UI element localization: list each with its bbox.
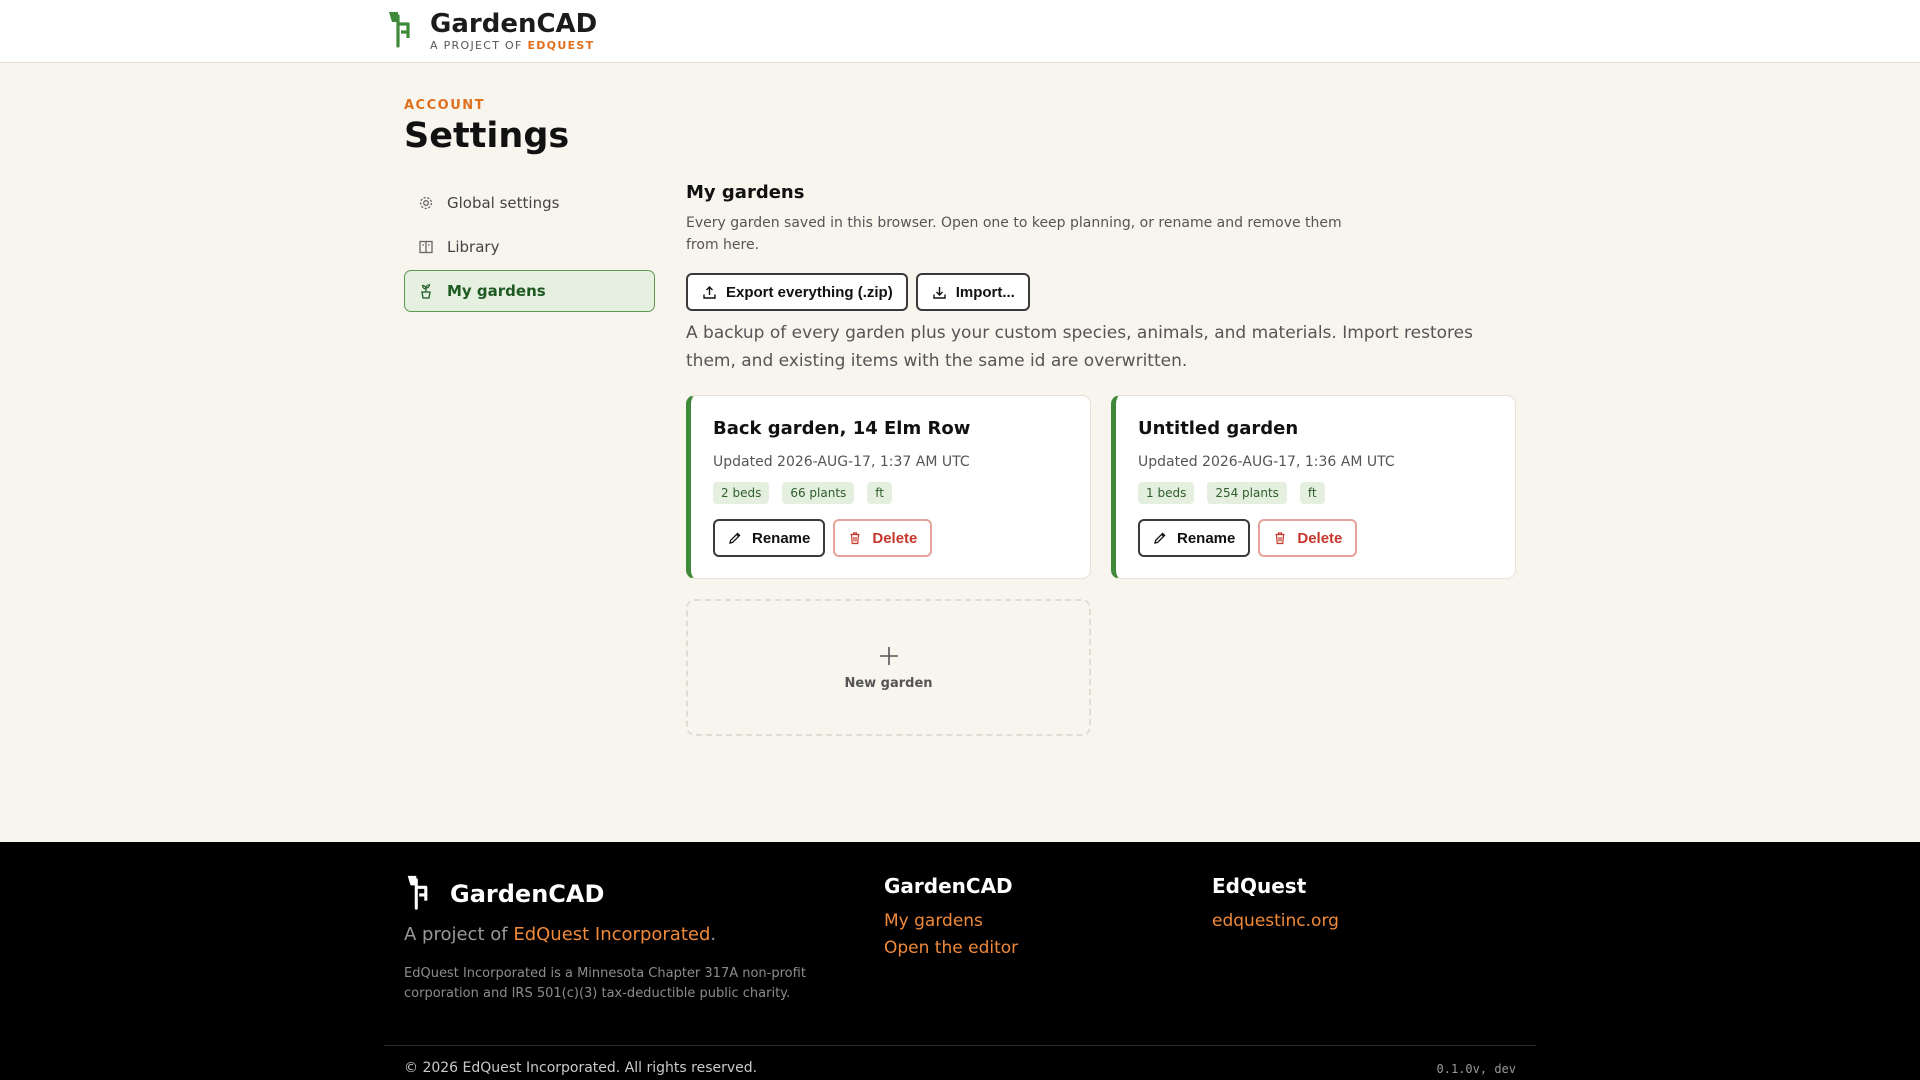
footer-link-edquestinc[interactable]: edquestinc.org [1212,908,1339,935]
sidebar-item-library[interactable]: Library [404,226,655,268]
delete-garden-button[interactable]: Delete [1258,519,1358,557]
pencil-icon [1153,531,1167,545]
page-title: Settings [404,116,570,156]
section-description: Every garden saved in this browser. Open… [686,215,1342,253]
garden-tags: 1 beds 254 plants ft [1138,482,1515,504]
trash-icon [848,531,862,545]
delete-garden-button[interactable]: Delete [833,519,933,557]
new-garden-button[interactable]: New garden [686,599,1091,736]
upload-icon [702,285,717,300]
garden-card[interactable]: Back garden, 14 Elm Row Updated 2026-AUG… [686,395,1091,579]
rename-label: Rename [752,529,811,547]
rename-garden-button[interactable]: Rename [1138,519,1251,557]
beds-count-badge: 2 beds [713,482,770,504]
sidebar-item-label: Library [447,238,500,256]
footer-brand-name: GardenCAD [450,880,605,908]
edquest-incorporated-link[interactable]: EdQuest Incorporated [513,924,710,945]
garden-card[interactable]: Untitled garden Updated 2026-AUG-17, 1:3… [1111,395,1516,579]
footer-tagline: A project of EdQuest Incorporated. [404,924,716,945]
gear-icon [418,195,434,211]
backup-actions: Export everything (.zip) Import... [686,273,1516,311]
garden-cards: Back garden, 14 Elm Row Updated 2026-AUG… [686,395,1516,736]
footer-link-open-editor[interactable]: Open the editor [884,935,1018,962]
garden-name[interactable]: Back garden, 14 Elm Row [713,418,1090,439]
footer-column-title: GardenCAD [884,874,1013,898]
trash-icon [1273,531,1287,545]
plant-pot-icon [418,283,434,299]
new-garden-label: New garden [844,676,933,691]
rename-garden-button[interactable]: Rename [713,519,826,557]
my-gardens-section: My gardens Every garden saved in this br… [686,182,1516,736]
brand-home-link[interactable]: GardenCAD A PROJECT OF EDQUEST [386,10,597,52]
garden-updated-timestamp: Updated 2026-AUG-17, 1:36 AM UTC [1138,454,1395,470]
footer-version: 0.1.0v, dev [1436,1062,1516,1076]
sprout-icon [404,874,440,914]
footer-column-title: EdQuest [1212,874,1307,898]
delete-label: Delete [1297,529,1343,547]
garden-card-actions: Rename Delete [1138,519,1515,557]
garden-card-actions: Rename Delete [713,519,1090,557]
export-everything-button[interactable]: Export everything (.zip) [686,273,908,311]
site-footer: GardenCAD A project of EdQuest Incorpora… [0,842,1920,1080]
sidebar-item-label: My gardens [447,282,546,300]
page-eyebrow: ACCOUNT [404,98,485,113]
import-button[interactable]: Import... [915,273,1030,311]
beds-count-badge: 1 beds [1138,482,1195,504]
brand-name: GardenCAD [430,9,598,39]
pencil-icon [728,531,742,545]
sidebar-item-my-gardens[interactable]: My gardens [404,270,655,312]
footer-copyright: © 2026 EdQuest Incorporated. All rights … [404,1060,758,1076]
export-everything-label: Export everything (.zip) [726,283,893,301]
footer-legal-text: EdQuest Incorporated is a Minnesota Chap… [404,966,806,1001]
plants-count-badge: 254 plants [1207,482,1287,504]
footer-brand: GardenCAD [404,874,604,914]
section-title: My gardens [686,182,805,203]
units-badge: ft [867,482,892,504]
garden-tags: 2 beds 66 plants ft [713,482,1090,504]
footer-link-my-gardens[interactable]: My gardens [884,908,1018,935]
sprout-icon [386,10,422,52]
backup-note: A backup of every garden plus your custo… [686,323,1473,371]
footer-tagline-suffix: . [710,924,717,945]
units-badge: ft [1299,482,1325,504]
garden-updated-timestamp: Updated 2026-AUG-17, 1:37 AM UTC [713,454,970,470]
footer-column-edquest: EdQuest edquestinc.org [1212,874,1339,935]
brand-subtitle-org: EDQUEST [527,39,595,52]
brand-subtitle-prefix: A PROJECT OF [430,39,523,52]
book-icon [418,239,434,255]
import-label: Import... [955,283,1015,301]
brand-subtitle: A PROJECT OF EDQUEST [430,39,597,52]
plus-icon [877,644,901,668]
footer-divider [384,1045,1536,1046]
top-bar: GardenCAD A PROJECT OF EDQUEST [0,0,1920,63]
settings-sidebar: Global settings Library My gardens [404,182,655,314]
delete-label: Delete [872,529,918,547]
download-icon [932,285,947,300]
garden-name[interactable]: Untitled garden [1138,418,1515,439]
footer-tagline-prefix: A project of [404,924,508,945]
sidebar-item-label: Global settings [447,194,560,212]
rename-label: Rename [1177,529,1236,547]
footer-column-gardencad: GardenCAD My gardens Open the editor [884,874,1018,962]
plants-count-badge: 66 plants [782,482,855,504]
sidebar-item-global-settings[interactable]: Global settings [404,182,655,224]
